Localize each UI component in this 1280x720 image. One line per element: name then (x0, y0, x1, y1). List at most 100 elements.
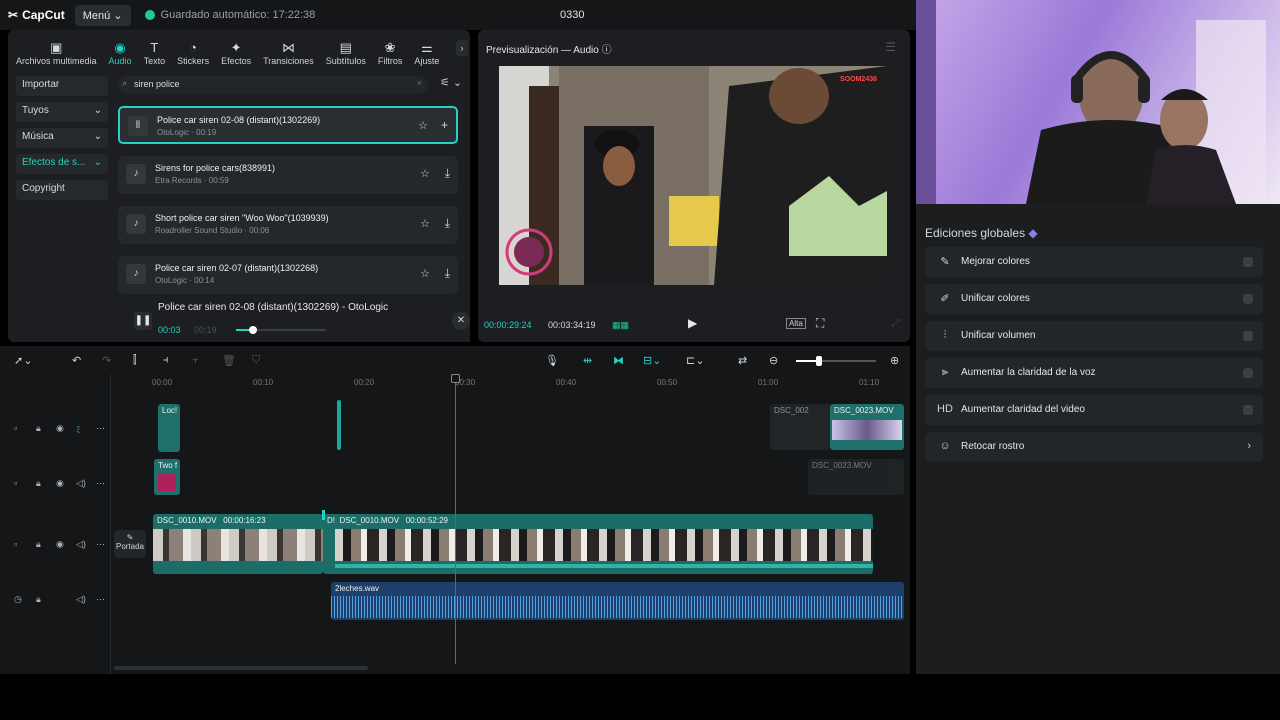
tab-subtitle[interactable]: ▤ Subtítulos (320, 40, 372, 66)
category-item[interactable]: Efectos de s... ⌄ (16, 154, 108, 174)
tab-audio[interactable]: ◉ Audio (103, 40, 138, 66)
search-input[interactable]: ⌕ siren police × (118, 76, 428, 94)
quality-button[interactable]: Alta (786, 318, 806, 329)
tab-media[interactable]: ▣ Archivos multimedia (10, 40, 103, 66)
category-item[interactable]: Copyright (16, 180, 108, 200)
more-icon[interactable]: ⋯ (96, 478, 105, 489)
lock-icon[interactable]: 🔒︎ (36, 423, 41, 434)
sound-item[interactable]: ♪ Short police car siren "Woo Woo"(103993… (118, 206, 458, 244)
global-edit-item[interactable]: ⫸ Aumentar la claridad de la voz (925, 358, 1263, 388)
play-icon[interactable]: ▶ (688, 316, 697, 330)
project-title[interactable]: 0330 (560, 9, 584, 21)
lock-icon[interactable]: 🔒︎ (36, 539, 41, 550)
preview-axis-icon[interactable]: ⇄ (738, 354, 747, 367)
favorite-star-icon[interactable]: ☆ (420, 167, 430, 180)
speaker-icon[interactable]: ◁) (76, 478, 86, 489)
tabs-scroll-right-icon[interactable]: › (456, 40, 468, 56)
overlay-clip[interactable]: DSC_0023.MOV (830, 404, 904, 450)
info-icon[interactable]: ⓘ (602, 45, 612, 56)
zoom-out-icon[interactable]: ⊖ (769, 354, 778, 367)
global-edit-item[interactable]: ✎ Mejorar colores (925, 247, 1263, 277)
toggle-switch[interactable] (1243, 405, 1253, 415)
player-progress-handle[interactable] (248, 326, 257, 334)
toggle-switch[interactable] (1243, 368, 1253, 378)
add-icon[interactable]: + (441, 118, 448, 132)
text-clip[interactable]: Two f (154, 459, 180, 495)
category-item[interactable]: Importar (16, 76, 108, 96)
zoom-slider-handle[interactable] (816, 356, 822, 366)
speaker-icon[interactable]: ◁) (76, 539, 86, 550)
global-edit-item[interactable]: HD Aumentar claridad del video (925, 395, 1263, 425)
download-icon[interactable]: ⤓ (445, 266, 450, 281)
select-cursor-icon[interactable]: ➚⌄ (14, 354, 32, 367)
eye-icon[interactable]: ◉ (56, 539, 64, 550)
more-icon[interactable]: ⋯ (96, 539, 105, 550)
filter-sort-icon[interactable]: ⚟ ⌄ (440, 76, 462, 89)
tab-text[interactable]: T Texto (138, 40, 172, 66)
tab-adjust[interactable]: ⚌ Ajuste (408, 40, 445, 66)
split-icon[interactable]: ⫿ (133, 354, 137, 367)
category-item[interactable]: Tuyos ⌄ (16, 102, 108, 122)
sound-item[interactable]: ♪ Police car siren 02-07 (distant)(130226… (118, 256, 458, 294)
eye-icon[interactable]: ◉ (56, 478, 64, 489)
toggle-switch[interactable] (1243, 294, 1253, 304)
shield-icon[interactable]: ⛉ (252, 354, 260, 367)
global-edit-item[interactable]: ☺ Retocar rostro › (925, 432, 1263, 462)
lock-icon[interactable]: 🔒︎ (36, 594, 41, 605)
marker-clip[interactable] (337, 400, 341, 450)
toggle-switch[interactable] (1243, 331, 1253, 341)
zoom-slider[interactable] (796, 356, 876, 366)
global-edit-item[interactable]: ✐ Unificar colores (925, 284, 1263, 314)
download-icon[interactable]: ⤓ (445, 216, 450, 231)
global-edit-item[interactable]: ⫶ Unificar volumen (925, 321, 1263, 351)
eye-icon[interactable]: ◉ (56, 423, 64, 434)
menu-button[interactable]: Menú ⌄ (74, 4, 131, 26)
microphone-icon[interactable]: 🎙 (545, 354, 559, 367)
player-progress-bar[interactable] (236, 326, 326, 334)
preview-menu-icon[interactable]: ☰ (885, 40, 896, 54)
delete-right-icon[interactable]: ⫟ (192, 354, 199, 367)
audio-clip[interactable]: 2leches.wav (331, 582, 904, 620)
sound-item[interactable]: ♪ Sirens for police cars(838991) Etra Reco… (118, 156, 458, 194)
redo-icon[interactable]: ↷ (102, 354, 111, 367)
timeline-scrollbar[interactable] (114, 666, 368, 670)
playhead[interactable] (451, 374, 460, 664)
tab-effects[interactable]: ✦ Efectos (215, 40, 257, 66)
cover-button[interactable]: ✎ Portada (114, 530, 146, 558)
download-icon[interactable]: ⤓ (445, 166, 450, 181)
main-video-clip[interactable]: D! DSC_0010.MOV 00:00:52:29 (323, 514, 873, 574)
more-icon[interactable]: ⋯ (96, 594, 105, 605)
more-icon[interactable]: ⋯ (96, 423, 105, 434)
undo-icon[interactable]: ↶ (72, 354, 81, 367)
audio-split-icon[interactable]: ⊏⌄ (686, 354, 704, 367)
favorite-star-icon[interactable]: ☆ (420, 217, 430, 230)
tab-transition[interactable]: ⋈ Transiciones (257, 40, 320, 66)
toggle-switch[interactable] (1243, 257, 1253, 267)
video-frame[interactable]: SOOM2436 (499, 66, 887, 285)
lock-icon[interactable]: 🔒︎ (36, 478, 41, 489)
trash-icon[interactable]: 🗑 (222, 354, 236, 367)
link-clips-icon[interactable]: ⊟⌄ (643, 354, 661, 367)
fullscreen-icon[interactable]: ⤢ (892, 318, 900, 329)
link-main-track-icon[interactable]: ⇹ (583, 354, 592, 367)
delete-left-icon[interactable]: ⫞ (163, 354, 169, 367)
zoom-fit-icon[interactable]: ⛶ (816, 316, 824, 331)
close-icon[interactable]: ✕ (452, 312, 470, 330)
tts-icon[interactable]: ﾐ (76, 423, 81, 436)
zoom-in-icon[interactable]: ⊕ (890, 354, 899, 367)
category-item[interactable]: Música ⌄ (16, 128, 108, 148)
favorite-star-icon[interactable]: ☆ (418, 119, 428, 132)
magnet-icon[interactable]: ⧓ (613, 354, 624, 367)
text-clip[interactable]: Loc! (158, 404, 180, 452)
clear-search-icon[interactable]: × (417, 78, 422, 88)
pause-icon[interactable]: ❚❚ (134, 312, 152, 330)
speaker-icon[interactable]: ◁) (76, 594, 86, 605)
sound-item[interactable]: ⦀ Police car siren 02-08 (distant)(130226… (118, 106, 458, 144)
main-video-clip[interactable]: DSC_0010.MOV 00:00:16:23 (153, 514, 323, 574)
overlay-clip-ghost[interactable]: DSC_002 (770, 404, 830, 450)
tab-sticker[interactable]: ◔ Stickers (171, 40, 215, 66)
overlay-clip-ghost[interactable]: DSC_0023.MOV (808, 459, 904, 495)
favorite-star-icon[interactable]: ☆ (420, 267, 430, 280)
tab-filter[interactable]: ❀ Filtros (372, 40, 409, 66)
playhead-handle[interactable] (451, 374, 460, 383)
